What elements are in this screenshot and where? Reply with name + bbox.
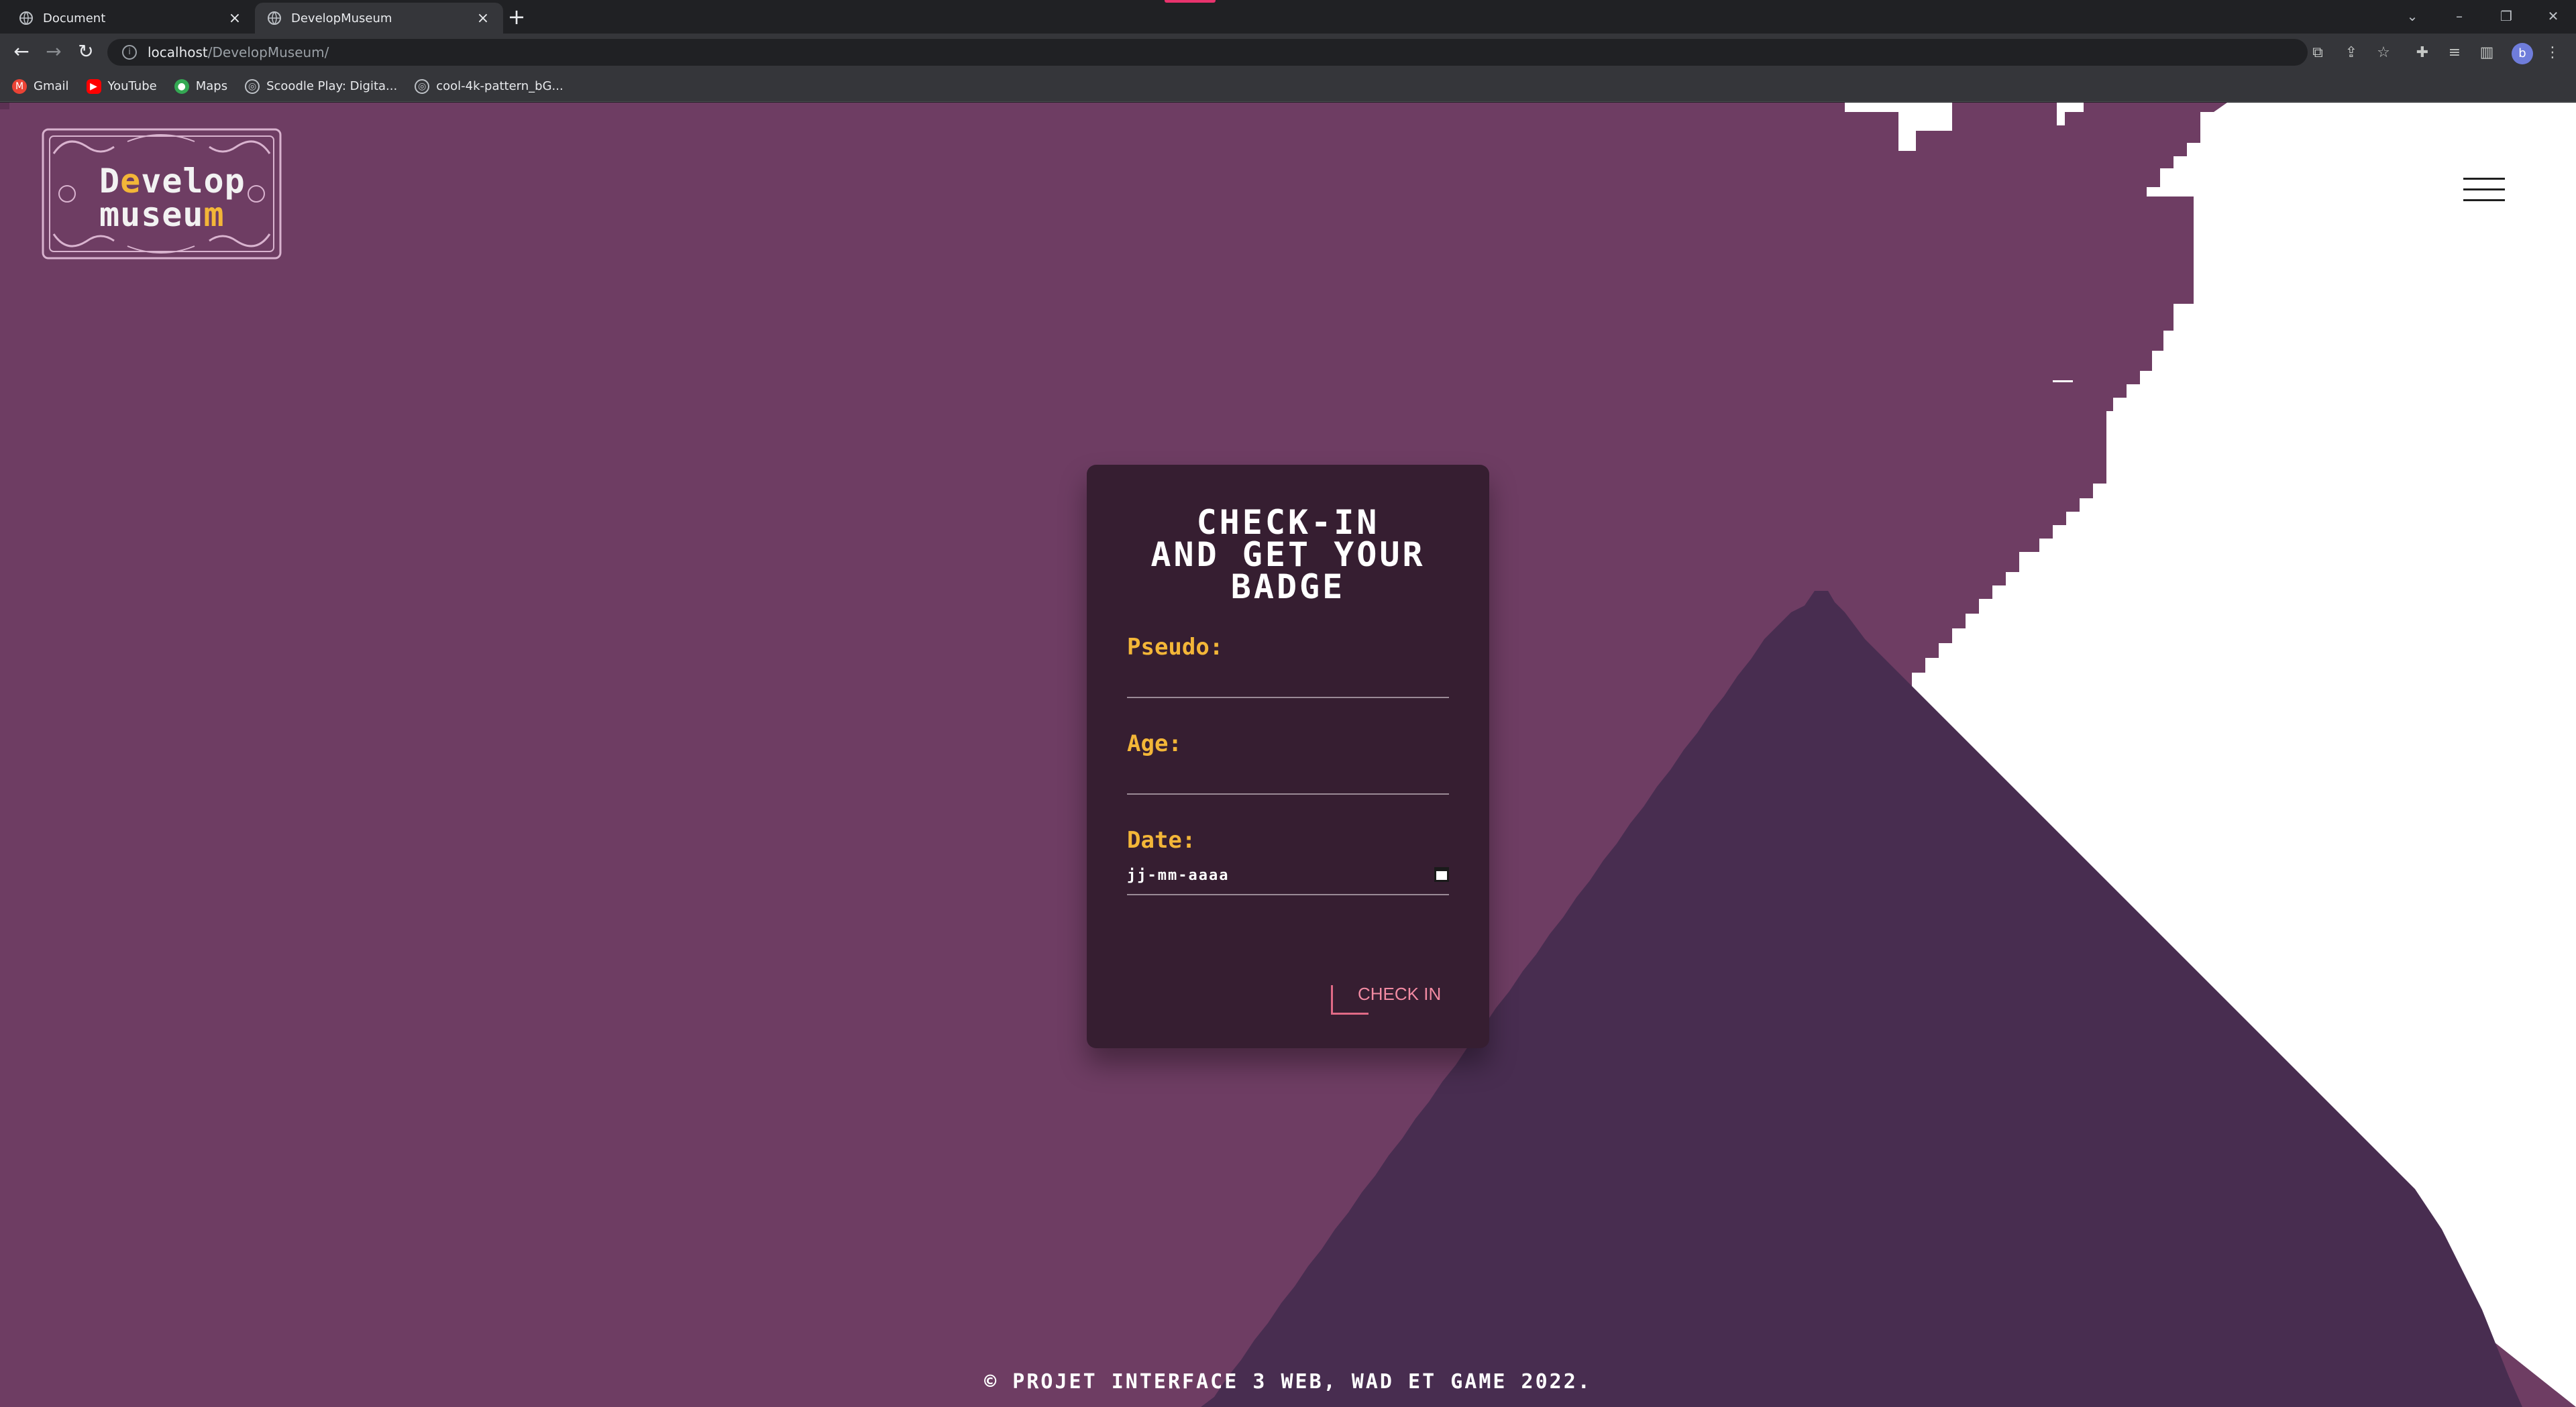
sky-fragment	[2057, 112, 2065, 125]
share-icon[interactable]: ⇪	[2341, 43, 2361, 63]
tab-strip: Document × DevelopMuseum × + ⌄ – ❐ ✕	[0, 0, 2576, 34]
address-host: localhost	[148, 44, 208, 60]
date-placeholder: jj-mm-aaaa	[1127, 867, 1230, 884]
close-icon[interactable]: ×	[475, 10, 491, 27]
bookmark-maps[interactable]: ● Maps	[174, 78, 228, 94]
address-path: /DevelopMuseum/	[207, 44, 329, 60]
date-label: Date:	[1127, 827, 1196, 854]
logo-text: Develop museum	[99, 162, 246, 234]
bookmark-label: Maps	[195, 79, 228, 93]
bookmark-gmail[interactable]: M Gmail	[12, 78, 69, 94]
sky-fragment	[1845, 103, 1952, 112]
close-icon[interactable]: ×	[227, 10, 243, 27]
globe-icon: ◎	[245, 78, 260, 94]
bookmark-label: Gmail	[34, 79, 69, 93]
globe-icon: ◎	[415, 78, 430, 94]
reading-list-icon[interactable]: ≡	[2445, 43, 2465, 63]
sky-fragment	[2053, 380, 2073, 382]
tab-developmuseum[interactable]: DevelopMuseum ×	[255, 3, 503, 34]
youtube-icon: ▶	[86, 78, 101, 94]
bookmark-youtube[interactable]: ▶ YouTube	[86, 78, 157, 94]
close-window-icon[interactable]: ✕	[2540, 4, 2567, 28]
bookmark-label: YouTube	[107, 79, 157, 93]
translate-icon[interactable]: ⧉	[2308, 43, 2328, 63]
tab-title: Document	[43, 11, 106, 25]
tab-search-icon[interactable]: ⌄	[2399, 4, 2426, 28]
minimize-icon[interactable]: –	[2446, 4, 2473, 28]
more-menu-icon[interactable]: ⋮	[2542, 43, 2563, 63]
forward-icon[interactable]: →	[42, 40, 66, 64]
browser-toolbar: ← → ↻ i localhost /DevelopMuseum/ ⧉ ⇪ ☆ …	[0, 34, 2576, 71]
sky-fragment	[1898, 112, 1952, 131]
site-info-icon[interactable]: i	[122, 45, 137, 60]
pseudo-label: Pseudo:	[1127, 634, 1224, 661]
pseudo-input[interactable]	[1127, 667, 1449, 698]
bookmark-pattern[interactable]: ◎ cool-4k-pattern_bG...	[415, 78, 564, 94]
tab-document[interactable]: Document ×	[7, 3, 255, 34]
check-in-button[interactable]: CHECK IN	[1331, 977, 1449, 1015]
checkin-form-card: Check-in and get your Badge Pseudo: Age:…	[1087, 465, 1489, 1048]
bookmark-scoodle[interactable]: ◎ Scoodle Play: Digita...	[245, 78, 398, 94]
recording-indicator	[1165, 0, 1216, 3]
new-tab-button[interactable]: +	[504, 5, 529, 30]
globe-icon	[19, 11, 33, 25]
page-viewport: Develop museum Check-in and get your Bad…	[0, 103, 2576, 1407]
extensions-icon[interactable]: ✚	[2412, 43, 2432, 63]
check-in-label: CHECK IN	[1358, 984, 1442, 1004]
globe-icon	[268, 11, 281, 25]
profile-avatar[interactable]: b	[2512, 43, 2533, 64]
bookmark-label: Scoodle Play: Digita...	[266, 79, 398, 93]
hamburger-menu-icon[interactable]	[2463, 178, 2505, 202]
calendar-icon[interactable]	[1434, 867, 1449, 882]
side-panel-icon[interactable]: ▥	[2477, 43, 2497, 63]
address-bar[interactable]: i localhost /DevelopMuseum/	[107, 39, 2308, 66]
maps-icon: ●	[174, 78, 189, 94]
date-input[interactable]: jj-mm-aaaa	[1127, 860, 1449, 895]
restore-icon[interactable]: ❐	[2493, 4, 2520, 28]
sky-fragment	[2057, 103, 2084, 112]
page-edge-marker	[0, 103, 9, 109]
bookmark-label: cool-4k-pattern_bG...	[436, 79, 564, 93]
tab-title: DevelopMuseum	[291, 11, 392, 25]
site-logo[interactable]: Develop museum	[40, 127, 283, 261]
form-title: Check-in and get your Badge	[1150, 503, 1426, 606]
sky-fragment	[1898, 131, 1916, 151]
bookmarks-bar: M Gmail ▶ YouTube ● Maps ◎ Scoodle Play:…	[0, 71, 2576, 102]
age-label: Age:	[1127, 730, 1182, 757]
bookmark-star-icon[interactable]: ☆	[2373, 43, 2394, 63]
gmail-icon: M	[12, 78, 27, 94]
back-icon[interactable]: ←	[9, 40, 34, 64]
reload-icon[interactable]: ↻	[74, 40, 98, 64]
footer-copyright: © Projet Interface 3 WEB, WAD et GAME 20…	[984, 1370, 1592, 1394]
age-input[interactable]	[1127, 764, 1449, 795]
